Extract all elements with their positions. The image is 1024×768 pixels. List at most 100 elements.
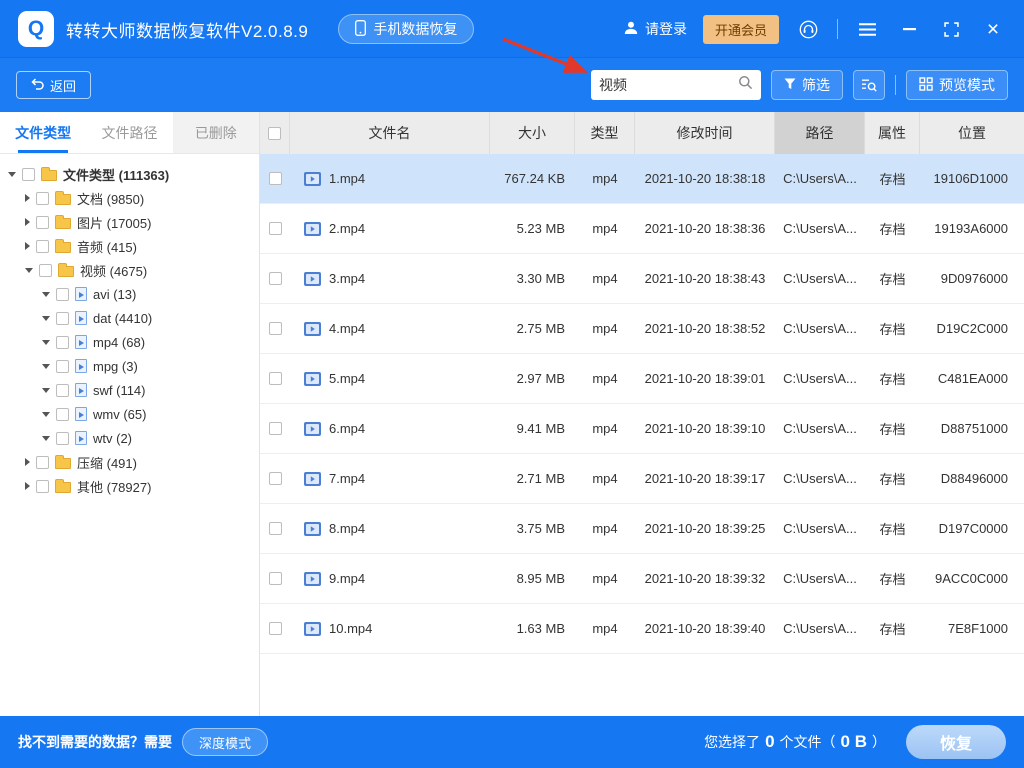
tree-expand-arrow[interactable] bbox=[25, 194, 30, 202]
customer-service-button[interactable] bbox=[795, 16, 821, 42]
row-checkbox[interactable] bbox=[269, 172, 282, 185]
grid-icon bbox=[919, 77, 933, 94]
search-icon[interactable] bbox=[738, 75, 753, 95]
deep-mode-button[interactable]: 深度模式 bbox=[182, 728, 268, 756]
search-box[interactable] bbox=[591, 70, 761, 100]
video-file-icon bbox=[304, 372, 321, 386]
tree-expand-arrow[interactable] bbox=[42, 316, 50, 321]
recover-button[interactable]: 恢复 bbox=[906, 725, 1006, 759]
table-row[interactable]: 6.mp4 9.41 MB mp4 2021-10-20 18:39:10 C:… bbox=[260, 404, 1024, 454]
tree-expand-arrow[interactable] bbox=[42, 364, 50, 369]
tree-item[interactable]: 文档 (9850) bbox=[0, 186, 259, 210]
search-input[interactable] bbox=[599, 77, 738, 93]
tree-expand-arrow[interactable] bbox=[42, 436, 50, 441]
tree-checkbox[interactable] bbox=[22, 168, 35, 181]
tree-checkbox[interactable] bbox=[56, 312, 69, 325]
maximize-button[interactable] bbox=[938, 16, 964, 42]
tree-expand-arrow[interactable] bbox=[25, 482, 30, 490]
column-header-path[interactable]: 路径 bbox=[775, 112, 865, 154]
tree-item[interactable]: wtv (2) bbox=[0, 426, 259, 450]
row-checkbox[interactable] bbox=[269, 272, 282, 285]
minimize-button[interactable] bbox=[896, 16, 922, 42]
row-checkbox[interactable] bbox=[269, 422, 282, 435]
tree-expand-arrow[interactable] bbox=[42, 412, 50, 417]
tree-expand-arrow[interactable] bbox=[42, 340, 50, 345]
row-checkbox[interactable] bbox=[269, 472, 282, 485]
tree-expand-arrow[interactable] bbox=[42, 292, 50, 297]
tree-checkbox[interactable] bbox=[56, 432, 69, 445]
tree-item[interactable]: 图片 (17005) bbox=[0, 210, 259, 234]
preview-mode-button[interactable]: 预览模式 bbox=[906, 70, 1008, 100]
table-row[interactable]: 9.mp4 8.95 MB mp4 2021-10-20 18:39:32 C:… bbox=[260, 554, 1024, 604]
tree-checkbox[interactable] bbox=[56, 384, 69, 397]
tree-checkbox[interactable] bbox=[36, 456, 49, 469]
column-header-attr[interactable]: 属性 bbox=[865, 112, 920, 154]
tree-expand-arrow[interactable] bbox=[25, 458, 30, 466]
tree-checkbox[interactable] bbox=[56, 408, 69, 421]
column-header-name[interactable]: 文件名 bbox=[290, 112, 490, 154]
tree-checkbox[interactable] bbox=[56, 336, 69, 349]
tree-expand-arrow[interactable] bbox=[42, 388, 50, 393]
row-checkbox[interactable] bbox=[269, 572, 282, 585]
tree-checkbox[interactable] bbox=[39, 264, 52, 277]
tree-checkbox[interactable] bbox=[36, 240, 49, 253]
tree-expand-arrow[interactable] bbox=[25, 242, 30, 250]
tree-item[interactable]: 文件类型 (111363) bbox=[0, 162, 259, 186]
tree-expand-arrow[interactable] bbox=[25, 268, 33, 273]
filter-button[interactable]: 筛选 bbox=[771, 70, 843, 100]
tree-expand-arrow[interactable] bbox=[8, 172, 16, 177]
table-row[interactable]: 4.mp4 2.75 MB mp4 2021-10-20 18:38:52 C:… bbox=[260, 304, 1024, 354]
tree-item[interactable]: wmv (65) bbox=[0, 402, 259, 426]
tree-checkbox[interactable] bbox=[36, 480, 49, 493]
column-header-size[interactable]: 大小 bbox=[490, 112, 575, 154]
table-row[interactable]: 10.mp4 1.63 MB mp4 2021-10-20 18:39:40 C… bbox=[260, 604, 1024, 654]
file-modified: 2021-10-20 18:39:32 bbox=[635, 554, 775, 603]
file-type: mp4 bbox=[575, 304, 635, 353]
row-checkbox[interactable] bbox=[269, 372, 282, 385]
tree-item[interactable]: 其他 (78927) bbox=[0, 474, 259, 498]
video-file-icon bbox=[304, 572, 321, 586]
tree-checkbox[interactable] bbox=[36, 192, 49, 205]
tree-checkbox[interactable] bbox=[36, 216, 49, 229]
table-row[interactable]: 2.mp4 5.23 MB mp4 2021-10-20 18:38:36 C:… bbox=[260, 204, 1024, 254]
row-checkbox[interactable] bbox=[269, 322, 282, 335]
select-all-checkbox[interactable] bbox=[268, 127, 281, 140]
close-button[interactable]: × bbox=[980, 16, 1006, 42]
tree-item[interactable]: avi (13) bbox=[0, 282, 259, 306]
video-file-icon bbox=[304, 522, 321, 536]
file-type: mp4 bbox=[575, 154, 635, 203]
tab-deleted[interactable]: 已删除 bbox=[173, 112, 259, 153]
tree-expand-arrow[interactable] bbox=[25, 218, 30, 226]
tree-checkbox[interactable] bbox=[56, 360, 69, 373]
tree-item[interactable]: 视频 (4675) bbox=[0, 258, 259, 282]
vip-button[interactable]: 开通会员 bbox=[703, 15, 779, 44]
row-checkbox[interactable] bbox=[269, 622, 282, 635]
row-checkbox[interactable] bbox=[269, 522, 282, 535]
file-location: 9D0976000 bbox=[920, 254, 1024, 303]
phone-recovery-button[interactable]: 手机数据恢复 bbox=[338, 14, 474, 44]
column-header-modified[interactable]: 修改时间 bbox=[635, 112, 775, 154]
tree-item[interactable]: swf (114) bbox=[0, 378, 259, 402]
tab-file-type[interactable]: 文件类型 bbox=[0, 112, 86, 153]
selection-suffix: ） bbox=[872, 732, 886, 752]
column-header-location[interactable]: 位置 bbox=[920, 112, 1024, 154]
login-button[interactable]: 请登录 bbox=[623, 19, 687, 39]
tree-item[interactable]: 音频 (415) bbox=[0, 234, 259, 258]
video-file-icon bbox=[304, 322, 321, 336]
back-button[interactable]: 返回 bbox=[16, 71, 91, 99]
tree-checkbox[interactable] bbox=[56, 288, 69, 301]
tree-item[interactable]: mp4 (68) bbox=[0, 330, 259, 354]
tree-item[interactable]: 压缩 (491) bbox=[0, 450, 259, 474]
tree-item[interactable]: dat (4410) bbox=[0, 306, 259, 330]
row-checkbox[interactable] bbox=[269, 222, 282, 235]
tree-item[interactable]: mpg (3) bbox=[0, 354, 259, 378]
table-row[interactable]: 8.mp4 3.75 MB mp4 2021-10-20 18:39:25 C:… bbox=[260, 504, 1024, 554]
table-row[interactable]: 7.mp4 2.71 MB mp4 2021-10-20 18:39:17 C:… bbox=[260, 454, 1024, 504]
menu-button[interactable] bbox=[854, 16, 880, 42]
column-header-type[interactable]: 类型 bbox=[575, 112, 635, 154]
table-row[interactable]: 3.mp4 3.30 MB mp4 2021-10-20 18:38:43 C:… bbox=[260, 254, 1024, 304]
tab-file-path[interactable]: 文件路径 bbox=[86, 112, 172, 153]
table-row[interactable]: 5.mp4 2.97 MB mp4 2021-10-20 18:39:01 C:… bbox=[260, 354, 1024, 404]
table-row[interactable]: 1.mp4 767.24 KB mp4 2021-10-20 18:38:18 … bbox=[260, 154, 1024, 204]
search-in-results-button[interactable] bbox=[853, 70, 885, 100]
